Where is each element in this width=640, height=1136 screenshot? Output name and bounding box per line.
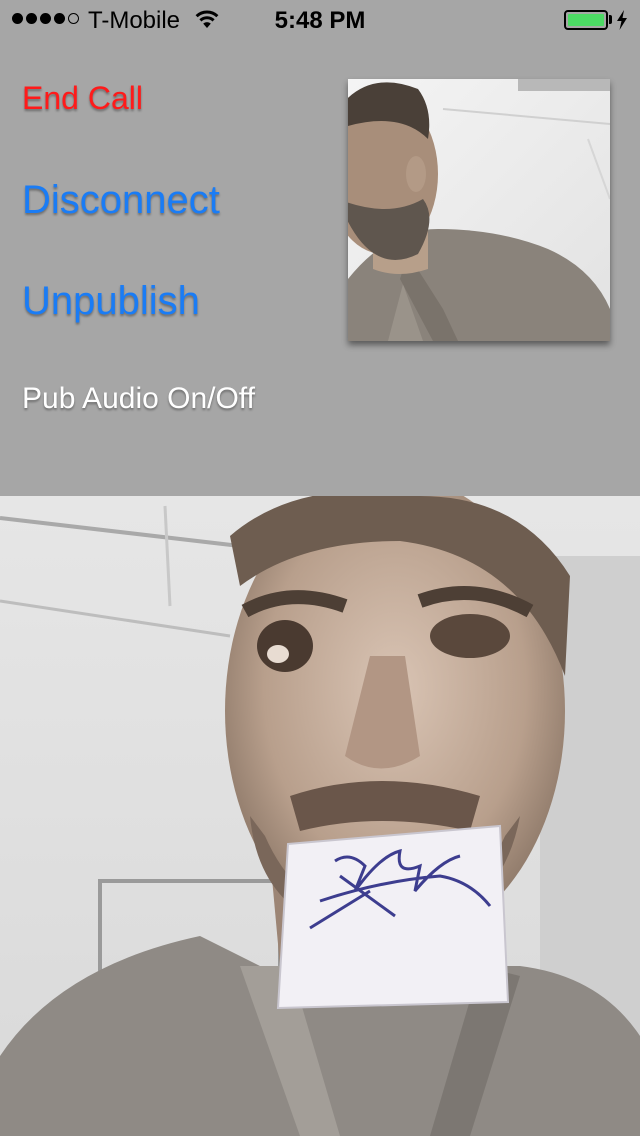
- unpublish-button[interactable]: Unpublish: [22, 279, 200, 324]
- subscriber-video-view[interactable]: [0, 496, 640, 1136]
- status-time: 5:48 PM: [274, 7, 366, 34]
- charging-bolt-icon: [617, 10, 627, 30]
- subscriber-video-frame: [0, 496, 640, 1136]
- battery-level-fill: [568, 14, 604, 26]
- end-call-button[interactable]: End Call: [22, 80, 143, 117]
- publisher-video-frame: [348, 79, 610, 341]
- battery-icon: [564, 10, 608, 30]
- battery-cap: [609, 15, 612, 24]
- disconnect-button[interactable]: Disconnect: [22, 178, 220, 223]
- status-bar: T-Mobile 5:48 PM: [0, 0, 640, 40]
- publisher-video-view[interactable]: [348, 79, 610, 341]
- pub-audio-toggle-button[interactable]: Pub Audio On/Off: [22, 382, 255, 416]
